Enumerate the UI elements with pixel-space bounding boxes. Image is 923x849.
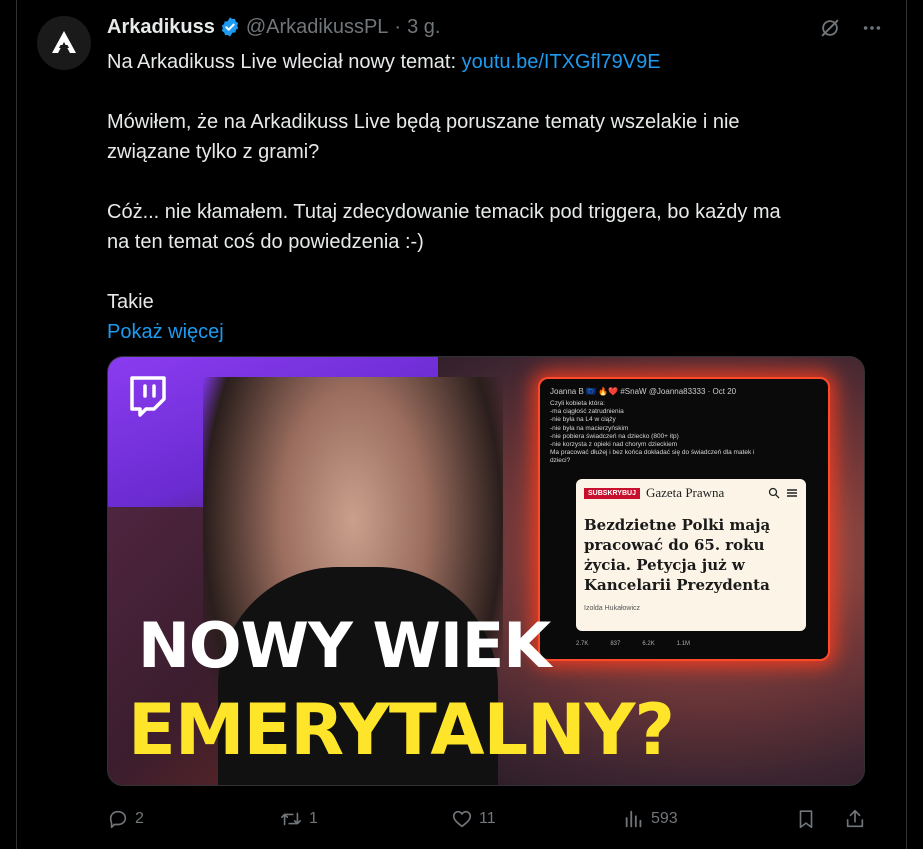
like-count: 11 <box>479 810 496 827</box>
embedded-views-count: 1.1M <box>676 641 691 647</box>
bookmark-button[interactable] <box>795 808 817 830</box>
news-byline: Izolda Hukałowicz <box>584 605 641 612</box>
reply-count: 2 <box>135 810 144 827</box>
analytics-icon <box>625 810 642 828</box>
verified-badge-icon[interactable] <box>219 16 241 38</box>
more-options-icon[interactable] <box>860 16 884 40</box>
search-icon <box>768 487 780 499</box>
share-button[interactable] <box>844 808 866 830</box>
share-icon <box>846 809 864 828</box>
news-icons <box>768 487 798 499</box>
text-line: na ten temat coś do powiedzenia :-) <box>107 231 424 253</box>
embedded-post-card: Joanna B 🇪🇺 🔥❤️ #SnaW @Joanna83333 · Oct… <box>538 377 830 661</box>
subscribe-label: SUBSKRYBUJ <box>584 487 640 499</box>
news-header: SUBSKRYBUJ Gazeta Prawna <box>584 485 798 501</box>
bookmark-icon <box>799 810 813 829</box>
embedded-line: -nie była na L4 w ciąży <box>550 416 616 424</box>
video-thumbnail[interactable]: Joanna B 🇪🇺 🔥❤️ #SnaW @Joanna83333 · Oct… <box>107 356 865 786</box>
embedded-line: -nie korzysta z opieki nad chorym dzieck… <box>550 441 678 449</box>
separator-dot: · <box>394 15 402 38</box>
text-line: Takie <box>107 291 154 313</box>
repost-button[interactable]: 1 <box>279 808 318 830</box>
show-more-link[interactable]: Pokaż więcej <box>107 317 877 347</box>
grok-icon[interactable] <box>818 16 842 40</box>
tweet[interactable]: Arkadikuss @ArkadikussPL · 3 g. Na Arkad… <box>16 0 907 849</box>
embedded-post-text: Czyli kobieta która: -ma ciągłość zatrud… <box>550 400 818 466</box>
like-button[interactable]: 11 <box>451 808 496 830</box>
tweet-header: Arkadikuss @ArkadikussPL · 3 g. <box>107 14 440 40</box>
text-line: Na Arkadikuss Live wleciał nowy temat: y… <box>107 47 877 77</box>
text-line: Cóż... nie kłamałem. Tutaj zdecydowanie … <box>107 201 781 223</box>
heart-icon <box>452 810 472 828</box>
news-article-card: SUBSKRYBUJ Gazeta Prawna Bezdzietne Polk… <box>576 479 806 631</box>
text-segment: Na Arkadikuss Live wleciał nowy temat: <box>107 51 462 73</box>
text-line: związane tylko z grami? <box>107 141 320 163</box>
thumbnail-title-line1: NOWY WIEK <box>138 609 551 682</box>
embedded-post-header: Joanna B 🇪🇺 🔥❤️ #SnaW @Joanna83333 · Oct… <box>550 387 737 396</box>
repost-count: 1 <box>309 810 318 827</box>
views-button[interactable]: 593 <box>623 808 678 830</box>
embedded-replies-count: 2.7K <box>576 641 589 647</box>
author-handle[interactable]: @ArkadikussPL <box>246 16 389 39</box>
avatar[interactable] <box>37 16 91 70</box>
embedded-line: -nie pobiera świadczeń na dziecko (800+ … <box>550 432 679 440</box>
reply-icon <box>109 810 127 829</box>
views-count: 593 <box>651 810 678 827</box>
thumbnail-title-line2: EMERYTALNY? <box>128 689 675 771</box>
timestamp[interactable]: 3 g. <box>407 16 440 39</box>
newspaper-name: Gazeta Prawna <box>645 485 725 500</box>
hamburger-menu-icon <box>787 489 797 497</box>
tweet-top-actions <box>818 16 884 40</box>
embedded-line: Czyli kobieta która: <box>550 400 605 407</box>
embedded-line: -ma ciągłość zatrudnienia <box>550 408 624 416</box>
logo-icon <box>52 31 76 53</box>
tweet-text: Na Arkadikuss Live wleciał nowy temat: y… <box>107 47 877 347</box>
embedded-line: Ma pracować dłużej i bez końca dokładać … <box>550 449 755 457</box>
tweet-action-bar: 2 1 11 593 <box>107 805 877 833</box>
twitch-icon <box>130 376 166 417</box>
repost-icon <box>281 812 301 826</box>
reply-button[interactable]: 2 <box>107 808 144 830</box>
embedded-post-stats: 2.7K 837 6.2K 1.1M <box>576 641 690 647</box>
author-name[interactable]: Arkadikuss <box>107 16 215 39</box>
news-headline: Bezdzietne Polki mają pracować do 65. ro… <box>584 516 771 594</box>
embedded-line: dzieci? <box>550 457 571 465</box>
video-link[interactable]: youtu.be/ITXGfl79V9E <box>462 51 661 73</box>
embedded-likes-count: 6.2K <box>642 641 655 647</box>
embedded-reposts-count: 837 <box>610 641 621 647</box>
text-line: Mówiłem, że na Arkadikuss Live będą poru… <box>107 111 740 133</box>
embedded-line: -nie była na macierzyńskim <box>550 424 629 432</box>
